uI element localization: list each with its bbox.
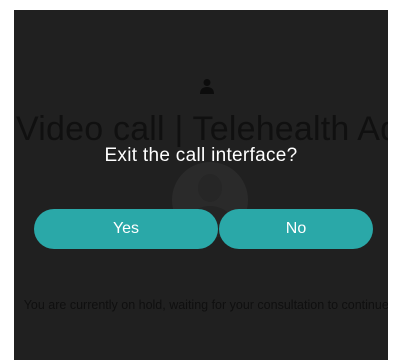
screen: Video call | Telehealth Admin You are cu… [14,10,388,360]
page-title: Video call | Telehealth Admin [16,110,388,148]
yes-button[interactable]: Yes [34,209,218,249]
hold-status-text: You are currently on hold, waiting for y… [23,298,388,312]
avatar-head [198,174,222,202]
user-icon [200,79,214,94]
dialog-title: Exit the call interface? [104,145,298,166]
no-button[interactable]: No [219,209,373,249]
background-page: Video call | Telehealth Admin You are cu… [14,10,388,360]
